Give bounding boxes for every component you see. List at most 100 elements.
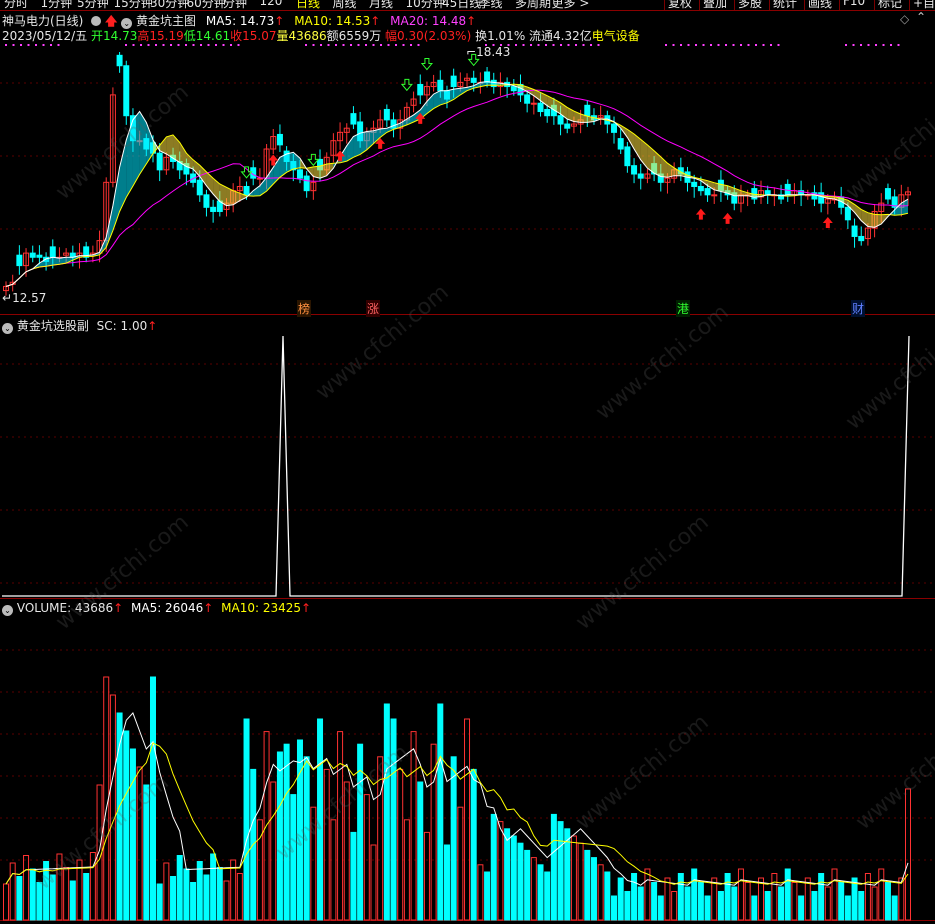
volume-bar [183,868,190,921]
signal-dot [860,44,862,46]
signal-dot [687,44,690,46]
volume-bar [778,886,785,921]
candle-body [524,94,531,104]
volume-bar [798,895,805,921]
signal-dot [665,44,667,46]
signal-dot [747,44,750,46]
signal-dot [590,44,592,46]
volume-bar [524,849,531,921]
ma-band-fill [279,154,287,178]
volume-bar [737,868,744,921]
signal-dot [702,44,705,46]
candle-body [704,188,711,196]
signal-dot [567,44,570,46]
volume-bar [490,813,497,921]
volume-bar [323,768,330,921]
ma5-line [5,81,909,287]
signal-dot [672,44,675,46]
ma-band-fill [253,185,260,197]
signal-dot [327,44,330,46]
marker-gang[interactable]: 港 [676,300,691,317]
volume-bar [149,676,156,921]
signal-dot [132,44,135,46]
low-price-label: ↵12.57 [2,291,46,305]
volume-bar [210,853,217,921]
volume-bar [624,891,631,921]
volume-bar [497,821,504,921]
candle-body [537,102,544,113]
volume-bar [704,895,711,921]
signal-dot [155,44,157,46]
volume-bar [717,891,724,921]
stock-chart[interactable] [0,0,935,924]
signal-dot [185,44,187,46]
signal-dot [710,44,712,46]
candle-body [276,133,283,146]
signal-dot [740,44,742,46]
volume-bar [16,876,23,921]
signal-dot [357,44,360,46]
buy-arrow-icon [822,216,833,228]
volume-bar [303,756,310,921]
candle-body [530,102,537,105]
volume-bar [604,871,611,921]
marker-cai[interactable]: 财 [851,300,866,317]
volume-bar [270,781,277,921]
candle-body [624,146,631,167]
volume-bar [477,864,484,921]
volume-bar [29,868,36,921]
candle-body [617,138,624,150]
volume-bar [464,718,471,921]
high-pointer-icon: ⌐ [466,45,477,59]
buy-arrow-icon [722,212,733,224]
candle-body [156,152,163,171]
signal-dot [852,44,855,46]
candle-body [564,123,571,129]
volume-bar [597,864,604,921]
signal-dot [695,44,697,46]
volume-bar [176,855,183,921]
volume-bar [550,813,557,921]
signal-dot [162,44,165,46]
candle-body [350,113,357,125]
volume-bar [898,877,905,921]
signal-dot [717,44,720,46]
volume-bar [56,853,63,921]
signal-dot [42,44,45,46]
candle-body [557,115,564,125]
volume-bar [3,883,9,921]
candle-body [417,83,424,96]
signal-dot [230,44,232,46]
signal-dot [305,44,307,46]
signal-dot [5,44,7,46]
signal-dot [207,44,210,46]
candle-body [884,188,891,200]
signal-dot [882,44,885,46]
marker-zhang[interactable]: 涨 [366,300,381,317]
candle-body [611,123,618,133]
candle-body [29,252,36,258]
signal-dot [215,44,217,46]
volume-bar [504,828,511,921]
volume-bar [811,891,818,921]
volume-bar [236,873,243,921]
candle-body [49,246,56,258]
signal-dot [725,44,727,46]
signal-dot [402,44,405,46]
candle-body [203,194,210,208]
signal-dot [755,44,757,46]
volume-bar [190,882,197,921]
signal-dot [395,44,397,46]
volume-bar [758,877,765,921]
volume-bar [457,806,464,921]
volume-bar [203,874,210,921]
marker-bang[interactable]: 榜 [297,300,312,317]
signal-dot [365,44,367,46]
candle-body [637,173,644,179]
signal-dot [335,44,337,46]
volume-bar [170,876,177,921]
volume-bar [390,718,397,921]
candle-body [210,206,217,212]
candle-body [196,179,203,196]
volume-bar [697,882,704,921]
